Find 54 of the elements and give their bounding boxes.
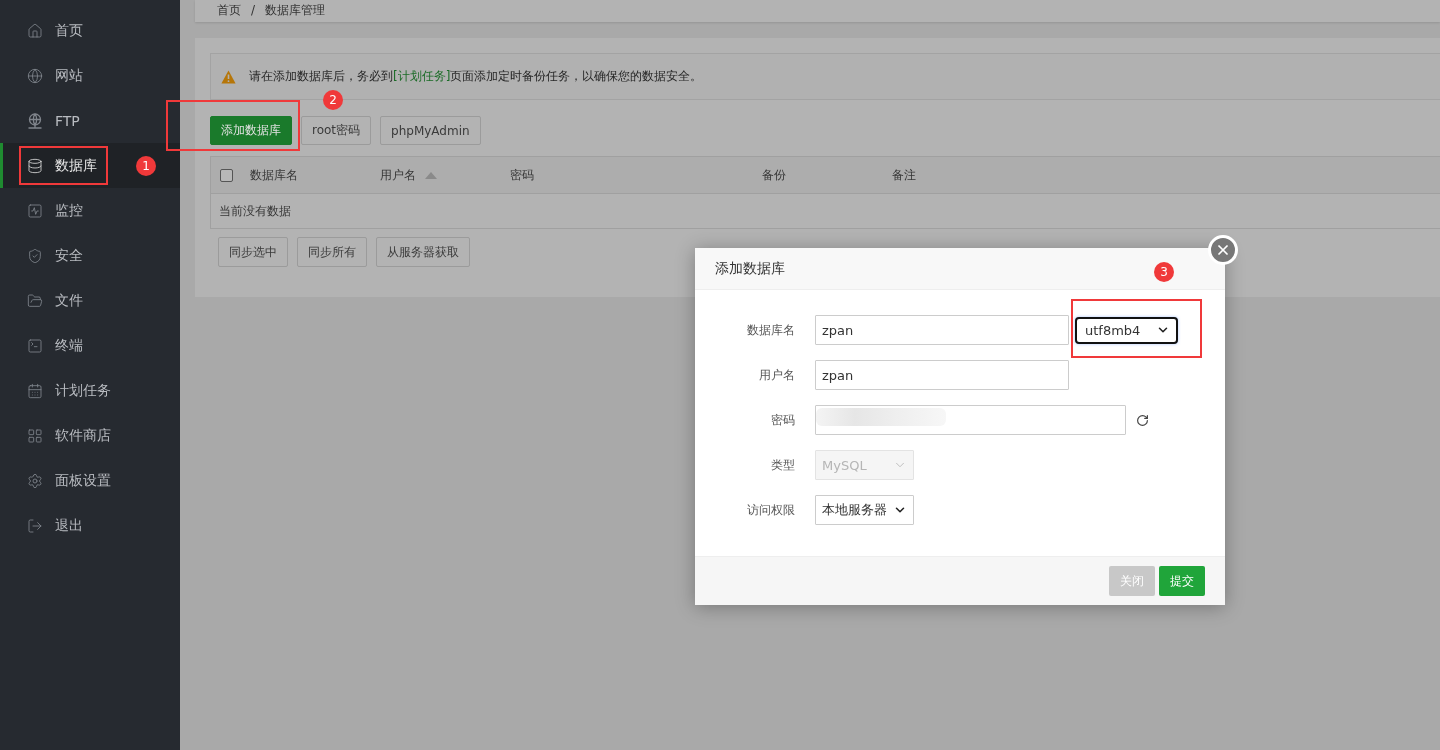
input-field[interactable]: zpan	[815, 360, 1069, 390]
dialog-title: 添加数据库	[715, 259, 785, 278]
sidebar-item[interactable]: 网站	[0, 53, 180, 98]
column-header[interactable]: 用户名	[380, 166, 416, 184]
breadcrumb-current: 数据库管理	[265, 2, 326, 18]
calendar-icon	[27, 382, 43, 399]
sync-button[interactable]: 同步所有	[297, 237, 367, 267]
input-field[interactable]: zpan	[815, 315, 1069, 345]
field-label: 类型	[771, 456, 795, 474]
sidebar-item[interactable]: 监控	[0, 188, 180, 233]
sidebar-item[interactable]: 首页	[0, 8, 180, 53]
field-label: 用户名	[759, 366, 795, 384]
settings-icon	[27, 472, 43, 489]
database-icon	[27, 157, 43, 174]
house-icon	[27, 22, 43, 39]
shield-check-icon	[27, 247, 43, 264]
logout-icon	[27, 517, 43, 534]
sidebar-item[interactable]: 安全	[0, 233, 180, 278]
sidebar-item[interactable]: 文件	[0, 278, 180, 323]
column-header[interactable]: 备份	[762, 166, 786, 184]
globe-icon	[27, 67, 43, 84]
sidebar-item[interactable]: 终端	[0, 323, 180, 368]
warning-icon	[221, 69, 236, 84]
field-label: 访问权限	[747, 501, 795, 519]
sidebar-item[interactable]: 退出	[0, 503, 180, 548]
globe-stand-icon	[27, 112, 43, 129]
folder-icon	[27, 292, 43, 309]
field-label: 密码	[771, 411, 795, 429]
select-field[interactable]: 本地服务器	[815, 495, 914, 525]
grid-icon	[27, 427, 43, 444]
chart-frame-icon	[27, 202, 43, 219]
column-header[interactable]: 备注	[892, 166, 916, 184]
empty-message: 当前没有数据	[218, 202, 292, 220]
sync-button[interactable]: 从服务器获取	[376, 237, 470, 267]
sidebar-item[interactable]: 面板设置	[0, 458, 180, 503]
add-button[interactable]: 添加数据库	[210, 116, 292, 145]
field-label: 数据库名	[747, 321, 795, 339]
sync-button[interactable]: 同步选中	[218, 237, 288, 267]
column-header[interactable]: 数据库名	[250, 166, 298, 184]
sidebar-item[interactable]: 软件商店	[0, 413, 180, 458]
charset-select[interactable]: utf8mb4	[1075, 316, 1178, 344]
toolbar-button[interactable]: phpMyAdmin	[380, 116, 481, 145]
column-header[interactable]: 密码	[510, 166, 534, 184]
terminal-icon	[27, 337, 43, 354]
breadcrumb-separator: /	[251, 2, 256, 18]
password-field[interactable]	[815, 405, 1126, 435]
alert-message: 请在添加数据库后，务必到[计划任务]页面添加定时备份任务，以确保您的数据安全。	[249, 68, 703, 85]
breadcrumb-link[interactable]: 首页	[217, 2, 241, 18]
select-all-checkbox[interactable]	[220, 168, 233, 182]
refresh-icon[interactable]	[1136, 413, 1149, 427]
sidebar-item[interactable]: FTP	[0, 98, 180, 143]
sidebar-item[interactable]: 计划任务	[0, 368, 180, 413]
toolbar-button[interactable]: root密码	[301, 116, 372, 145]
close-icon	[1215, 242, 1231, 258]
